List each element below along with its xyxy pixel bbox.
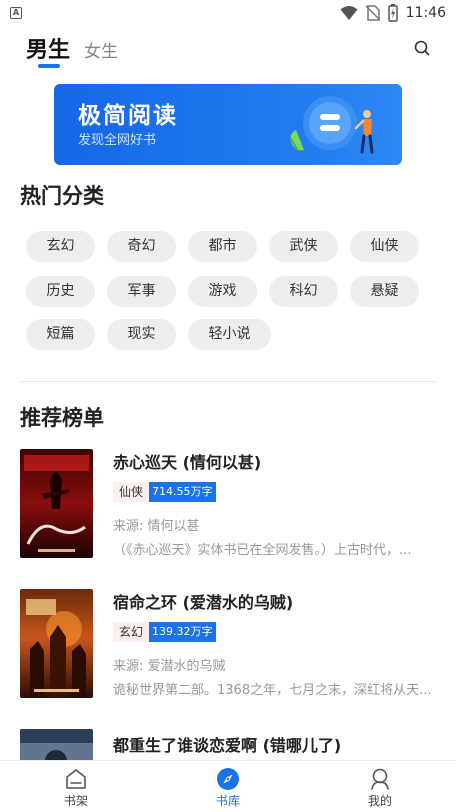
book-source: 来源: 情何以甚 [113, 519, 200, 534]
category-chip[interactable]: 玄幻 [26, 231, 95, 262]
category-chip[interactable]: 仙侠 [350, 231, 419, 262]
categories-title: 热门分类 [20, 184, 104, 208]
status-icons: 11:46 [340, 4, 446, 22]
bookshelf-icon [66, 769, 86, 789]
book-tags: 玄幻 139.32万字 [113, 622, 216, 642]
book-source: 来源: 爱潜水的乌贼 [113, 659, 226, 674]
nav-label: 书库 [215, 794, 240, 808]
book-title: 赤心巡天 (情何以甚) [113, 453, 262, 472]
nav-bookshelf[interactable]: 书架 [26, 761, 126, 812]
bottom-navigation: 书架 书库 我的 [0, 760, 456, 812]
status-bar: A 11:46 [0, 0, 456, 26]
book-item[interactable]: 宿命之环 (爱潜水的乌贼) 玄幻 139.32万字 来源: 爱潜水的乌贼 诡秘世… [20, 589, 436, 701]
banner-title: 极简阅读 [78, 102, 178, 129]
category-chip[interactable]: 悬疑 [350, 276, 419, 307]
active-tab-indicator [38, 64, 60, 68]
app-badge-icon: A [10, 7, 22, 19]
profile-icon [371, 768, 389, 790]
category-chip[interactable]: 奇幻 [107, 231, 176, 262]
category-chip[interactable]: 轻小说 [188, 319, 271, 350]
book-word-count: 139.32万字 [149, 622, 216, 642]
book-word-count: 714.55万字 [149, 482, 216, 502]
promo-banner[interactable]: 极简阅读 发现全网好书 [54, 84, 402, 165]
book-tags: 仙侠 714.55万字 [113, 482, 216, 502]
category-chip[interactable]: 现实 [107, 319, 176, 350]
nav-label: 书架 [63, 794, 88, 808]
banner-subtitle: 发现全网好书 [78, 133, 157, 148]
book-description: （《赤心巡天》实体书已在全网发售。）上古时代，... [113, 543, 412, 558]
category-chip[interactable]: 军事 [107, 276, 176, 307]
top-bar: 男生 女生 [0, 26, 456, 74]
category-chip[interactable]: 游戏 [188, 276, 257, 307]
search-button[interactable] [410, 36, 434, 60]
book-category-tag: 仙侠 [113, 482, 150, 502]
nav-library[interactable]: 书库 [178, 761, 278, 812]
compass-icon [217, 768, 239, 790]
battery-charging-icon [387, 4, 398, 22]
reading-illustration-icon [289, 96, 374, 154]
status-time: 11:46 [405, 5, 446, 21]
book-cover [20, 729, 93, 760]
book-title: 宿命之环 (爱潜水的乌贼) [113, 593, 294, 612]
book-item[interactable]: 赤心巡天 (情何以甚) 仙侠 714.55万字 来源: 情何以甚 （《赤心巡天》… [20, 449, 436, 561]
book-category-tag: 玄幻 [113, 622, 150, 642]
category-chip[interactable]: 都市 [188, 231, 257, 262]
book-cover [20, 589, 93, 698]
tab-female[interactable]: 女生 [84, 37, 118, 62]
nav-label: 我的 [367, 794, 392, 808]
category-chip[interactable]: 短篇 [26, 319, 95, 350]
book-description: 诡秘世界第二部。1368之年，七月之末，深红将从天... [113, 683, 432, 698]
recommend-title: 推荐榜单 [20, 406, 104, 430]
search-icon [414, 40, 430, 56]
category-chip[interactable]: 科幻 [269, 276, 338, 307]
tab-male[interactable]: 男生 [26, 32, 70, 64]
section-divider [20, 381, 436, 382]
wifi-icon [340, 6, 358, 20]
book-cover [20, 449, 93, 558]
book-title: 都重生了谁谈恋爱啊 (错哪儿了) [113, 736, 342, 755]
nav-profile[interactable]: 我的 [330, 761, 430, 812]
book-item[interactable]: 都重生了谁谈恋爱啊 (错哪儿了) [20, 729, 436, 760]
category-chip[interactable]: 历史 [26, 276, 95, 307]
no-sim-icon [365, 5, 380, 21]
category-chip[interactable]: 武侠 [269, 231, 338, 262]
